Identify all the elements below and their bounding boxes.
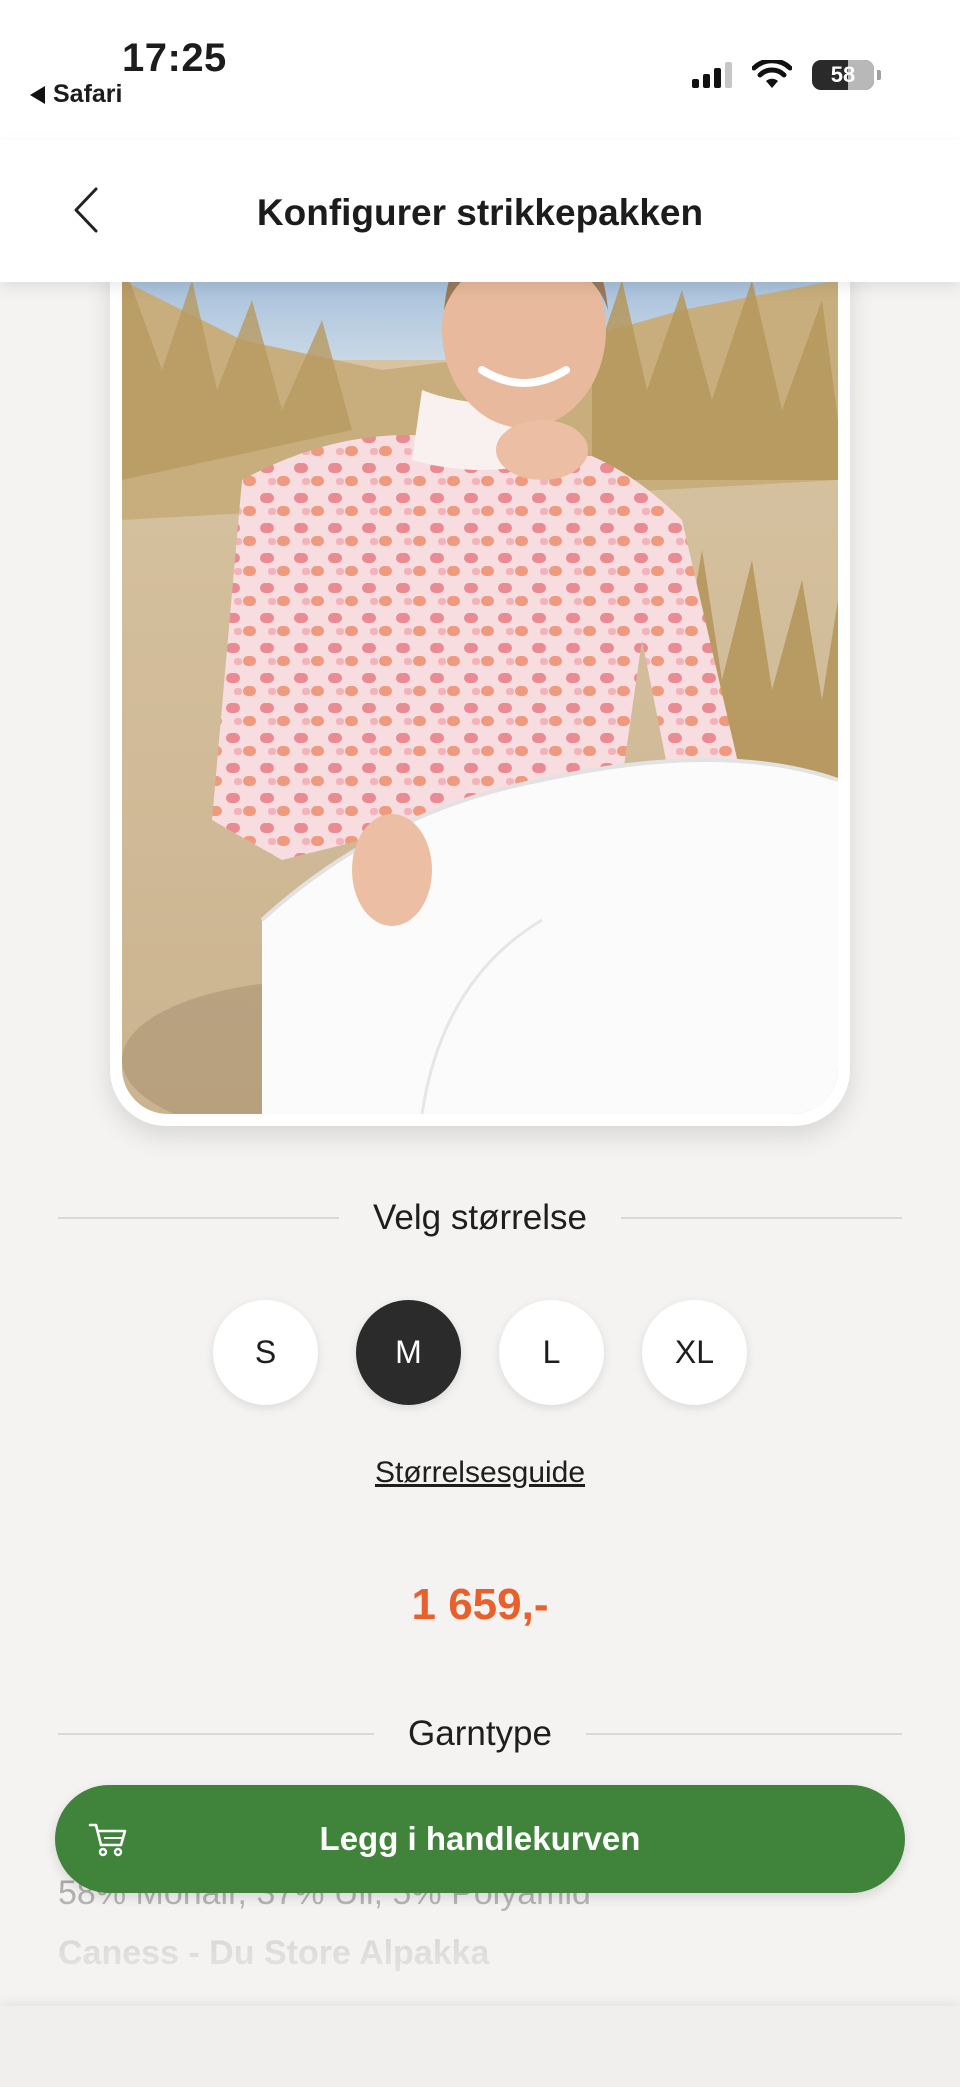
wifi-icon bbox=[752, 60, 792, 88]
back-app-label: Safari bbox=[53, 80, 123, 108]
size-option-m[interactable]: M bbox=[356, 1300, 461, 1405]
yarn-name-option[interactable]: Caness - Du Store Alpakka bbox=[58, 1934, 489, 1973]
size-section-title: Velg størrelse bbox=[373, 1198, 587, 1237]
size-option-xl[interactable]: XL bbox=[642, 1300, 747, 1405]
product-price: 1 659,- bbox=[411, 1580, 549, 1629]
size-section-header: Velg størrelse bbox=[58, 1198, 902, 1238]
divider-line bbox=[58, 1217, 340, 1219]
navigation-bar: Konfigurer strikkepakken bbox=[0, 140, 960, 282]
page-title: Konfigurer strikkepakken bbox=[256, 192, 704, 233]
status-time: 17:25 bbox=[122, 36, 227, 80]
divider-line bbox=[620, 1217, 902, 1219]
yarn-section-header: Garntype bbox=[58, 1714, 902, 1754]
back-triangle-icon bbox=[30, 85, 45, 104]
product-photo-illustration bbox=[122, 220, 838, 1114]
size-guide-link[interactable]: Størrelsesguide bbox=[0, 1456, 960, 1490]
divider-line bbox=[585, 1733, 902, 1735]
product-photo bbox=[122, 220, 838, 1114]
size-option-s[interactable]: S bbox=[213, 1300, 318, 1405]
size-option-l[interactable]: L bbox=[499, 1300, 604, 1405]
battery-icon: 58 bbox=[812, 60, 881, 90]
battery-level: 58 bbox=[830, 62, 856, 87]
divider-line bbox=[58, 1733, 375, 1735]
yarn-section-title: Garntype bbox=[408, 1714, 552, 1753]
cellular-signal-icon bbox=[692, 62, 732, 88]
product-image-card bbox=[110, 220, 850, 1126]
size-selector: S M L XL bbox=[0, 1300, 960, 1405]
add-to-cart-button[interactable]: Legg i handlekurven bbox=[55, 1785, 905, 1893]
status-bar: 17:25 Safari 58 bbox=[0, 0, 960, 140]
bottom-safe-area bbox=[0, 2006, 960, 2087]
back-to-app-link[interactable]: Safari bbox=[30, 80, 122, 109]
add-to-cart-label: Legg i handlekurven bbox=[319, 1820, 641, 1857]
status-indicators: 58 bbox=[692, 60, 881, 90]
cart-icon bbox=[88, 1823, 127, 1857]
